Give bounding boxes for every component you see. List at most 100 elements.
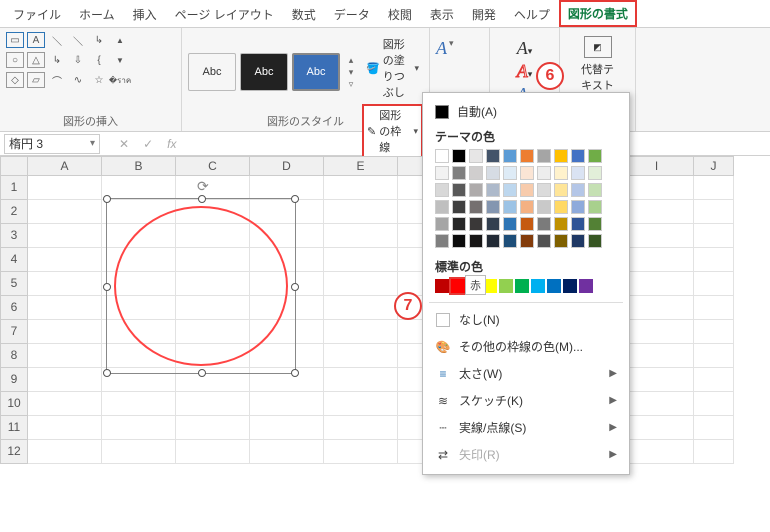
- name-box[interactable]: 楕円 3 ▾: [4, 134, 100, 154]
- enter-formula-icon[interactable]: ✓: [138, 137, 158, 151]
- row-header[interactable]: 8: [0, 344, 28, 368]
- theme-color-swatch[interactable]: [503, 149, 517, 163]
- col-header[interactable]: D: [250, 156, 324, 176]
- cell[interactable]: [620, 248, 694, 272]
- row-header[interactable]: 9: [0, 368, 28, 392]
- cell[interactable]: [324, 224, 398, 248]
- cell[interactable]: [324, 440, 398, 464]
- cell[interactable]: [620, 344, 694, 368]
- cell[interactable]: [250, 248, 324, 272]
- cell[interactable]: [620, 392, 694, 416]
- cell[interactable]: [324, 272, 398, 296]
- cell[interactable]: [324, 296, 398, 320]
- theme-color-swatch[interactable]: [503, 217, 517, 231]
- cell[interactable]: [102, 368, 176, 392]
- theme-color-swatch[interactable]: [537, 149, 551, 163]
- tab-shape-format[interactable]: 図形の書式: [559, 0, 637, 27]
- theme-color-swatch[interactable]: [537, 234, 551, 248]
- theme-color-swatch[interactable]: [571, 166, 585, 180]
- cell[interactable]: [324, 392, 398, 416]
- cell[interactable]: [28, 176, 102, 200]
- cell[interactable]: [250, 440, 324, 464]
- theme-color-swatch[interactable]: [503, 234, 517, 248]
- row-header[interactable]: 10: [0, 392, 28, 416]
- theme-color-swatch[interactable]: [554, 200, 568, 214]
- cell[interactable]: [324, 320, 398, 344]
- cell[interactable]: [102, 296, 176, 320]
- col-header[interactable]: B: [102, 156, 176, 176]
- theme-color-swatch[interactable]: [452, 183, 466, 197]
- text-outline-A[interactable]: A▾: [517, 61, 533, 82]
- row-header[interactable]: 11: [0, 416, 28, 440]
- theme-color-swatch[interactable]: [469, 183, 483, 197]
- cell[interactable]: [694, 248, 734, 272]
- theme-color-swatch[interactable]: [469, 200, 483, 214]
- theme-color-swatch[interactable]: [520, 200, 534, 214]
- cell[interactable]: [176, 296, 250, 320]
- cell[interactable]: [694, 392, 734, 416]
- style-preset-3[interactable]: Abc: [292, 53, 340, 91]
- theme-color-swatch[interactable]: [452, 200, 466, 214]
- no-outline[interactable]: なし(N): [423, 306, 629, 333]
- cell[interactable]: [620, 440, 694, 464]
- shape-fill-button[interactable]: 🪣 図形の塗りつぶし ▾: [362, 34, 423, 102]
- col-header[interactable]: A: [28, 156, 102, 176]
- theme-color-swatch[interactable]: [486, 234, 500, 248]
- standard-color-swatch[interactable]: [547, 279, 561, 293]
- theme-color-swatch[interactable]: [503, 183, 517, 197]
- text-fill-A[interactable]: A▾: [517, 38, 533, 59]
- cell[interactable]: [694, 200, 734, 224]
- cell[interactable]: [250, 416, 324, 440]
- cell[interactable]: [324, 368, 398, 392]
- theme-color-swatch[interactable]: [486, 149, 500, 163]
- cell[interactable]: [176, 176, 250, 200]
- theme-color-swatch[interactable]: [486, 166, 500, 180]
- row-header[interactable]: 2: [0, 200, 28, 224]
- cell[interactable]: [28, 248, 102, 272]
- theme-color-swatch[interactable]: [469, 217, 483, 231]
- tab-data[interactable]: データ: [325, 2, 379, 27]
- style-gallery-more[interactable]: ▴▾▿: [344, 55, 358, 90]
- standard-color-swatch[interactable]: [499, 279, 513, 293]
- shape-style-gallery[interactable]: Abc Abc Abc ▴▾▿: [188, 54, 358, 90]
- theme-color-swatch[interactable]: [435, 166, 449, 180]
- tab-formula[interactable]: 数式: [283, 2, 325, 27]
- theme-color-swatch[interactable]: [588, 183, 602, 197]
- standard-color-swatch[interactable]: [451, 279, 465, 293]
- cell[interactable]: [620, 416, 694, 440]
- cell[interactable]: [324, 344, 398, 368]
- theme-color-swatch[interactable]: [452, 217, 466, 231]
- cell[interactable]: [250, 344, 324, 368]
- outline-weight[interactable]: ≡ 太さ(W) ▶: [423, 360, 629, 387]
- theme-color-swatch[interactable]: [452, 166, 466, 180]
- col-header[interactable]: C: [176, 156, 250, 176]
- theme-color-swatch[interactable]: [452, 234, 466, 248]
- theme-color-swatch[interactable]: [435, 234, 449, 248]
- theme-color-swatch[interactable]: [588, 217, 602, 231]
- cell[interactable]: [176, 224, 250, 248]
- theme-color-swatch[interactable]: [435, 217, 449, 231]
- cell[interactable]: [250, 296, 324, 320]
- cell[interactable]: [250, 368, 324, 392]
- theme-color-swatch[interactable]: [452, 149, 466, 163]
- cell[interactable]: [28, 416, 102, 440]
- cell[interactable]: [176, 272, 250, 296]
- theme-color-swatch[interactable]: [503, 166, 517, 180]
- tab-insert[interactable]: 挿入: [124, 2, 166, 27]
- theme-color-swatch[interactable]: [435, 183, 449, 197]
- quick-style-A[interactable]: A: [436, 38, 447, 59]
- col-header[interactable]: J: [694, 156, 734, 176]
- theme-color-swatch[interactable]: [554, 183, 568, 197]
- theme-color-swatch[interactable]: [588, 166, 602, 180]
- cell[interactable]: [324, 200, 398, 224]
- standard-color-swatch[interactable]: [579, 279, 593, 293]
- theme-color-swatch[interactable]: [486, 183, 500, 197]
- theme-color-swatch[interactable]: [537, 183, 551, 197]
- cell[interactable]: [28, 368, 102, 392]
- cell[interactable]: [324, 248, 398, 272]
- standard-color-swatch[interactable]: [531, 279, 545, 293]
- cell[interactable]: [324, 416, 398, 440]
- theme-color-swatch[interactable]: [588, 234, 602, 248]
- cell[interactable]: [620, 272, 694, 296]
- theme-color-swatch[interactable]: [571, 200, 585, 214]
